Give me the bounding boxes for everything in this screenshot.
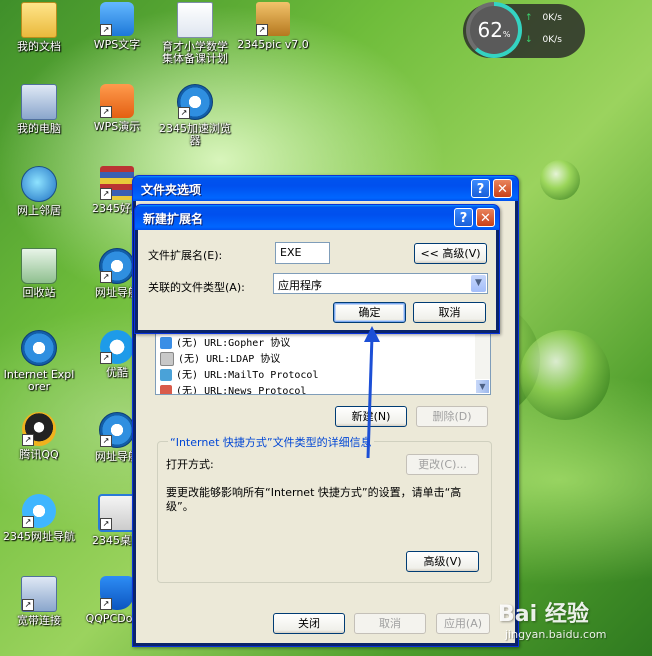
- baidu-jingyan-watermark: Bai 经验: [498, 602, 589, 627]
- annotation-arrow: [364, 326, 380, 459]
- annotation-arrow-head: [364, 326, 380, 342]
- annotation-arrow-shaft: [366, 335, 374, 459]
- watermark-url: jingyan.baidu.com: [505, 628, 607, 641]
